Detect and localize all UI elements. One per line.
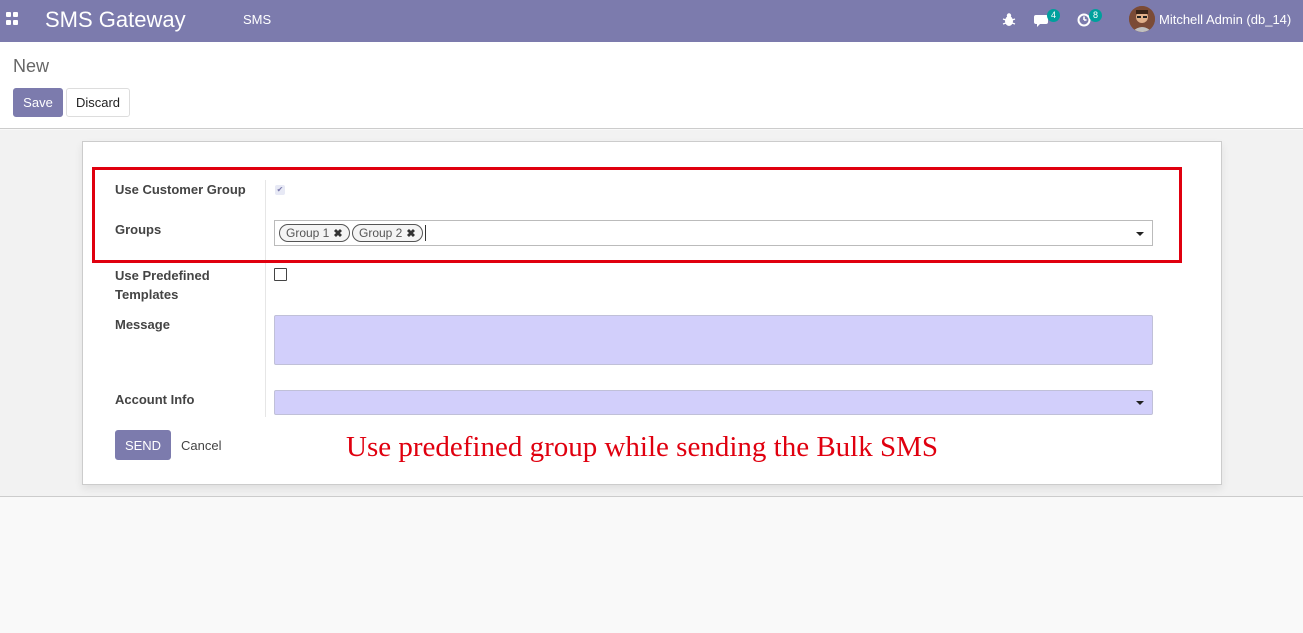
use-predefined-templates-label: Use Predefined Templates [115, 266, 210, 304]
control-panel: New Save Discard [0, 42, 1303, 129]
user-menu[interactable]: Mitchell Admin (db_14) [1159, 12, 1291, 27]
use-predefined-templates-label-line2: Templates [115, 287, 179, 302]
bug-icon[interactable] [1002, 11, 1016, 29]
use-predefined-templates-checkbox[interactable] [274, 268, 287, 281]
message-textarea[interactable] [274, 315, 1153, 365]
annotation-caption: Use predefined group while sending the B… [346, 431, 939, 463]
cancel-link[interactable]: Cancel [181, 438, 221, 453]
use-predefined-templates-label-line1: Use Predefined [115, 268, 210, 283]
app-title[interactable]: SMS Gateway [45, 7, 186, 33]
activities-count-badge: 8 [1089, 9, 1103, 22]
message-label: Message [115, 317, 170, 332]
top-navbar: SMS Gateway SMS 4 8 Mitchell Admin (db_1… [0, 0, 1303, 42]
account-info-select[interactable] [274, 390, 1153, 415]
breadcrumb: New [13, 56, 50, 76]
save-button[interactable]: Save [13, 88, 63, 117]
annotation-highlight-box [92, 167, 1182, 263]
messages-count-badge: 4 [1047, 9, 1061, 22]
avatar[interactable] [1129, 6, 1155, 32]
caret-down-icon[interactable] [1136, 401, 1144, 405]
discard-button[interactable]: Discard [66, 88, 130, 117]
menu-item-sms[interactable]: SMS [243, 12, 271, 27]
send-button[interactable]: SEND [115, 430, 171, 460]
apps-grid-icon[interactable] [6, 12, 20, 26]
account-info-label: Account Info [115, 392, 195, 407]
